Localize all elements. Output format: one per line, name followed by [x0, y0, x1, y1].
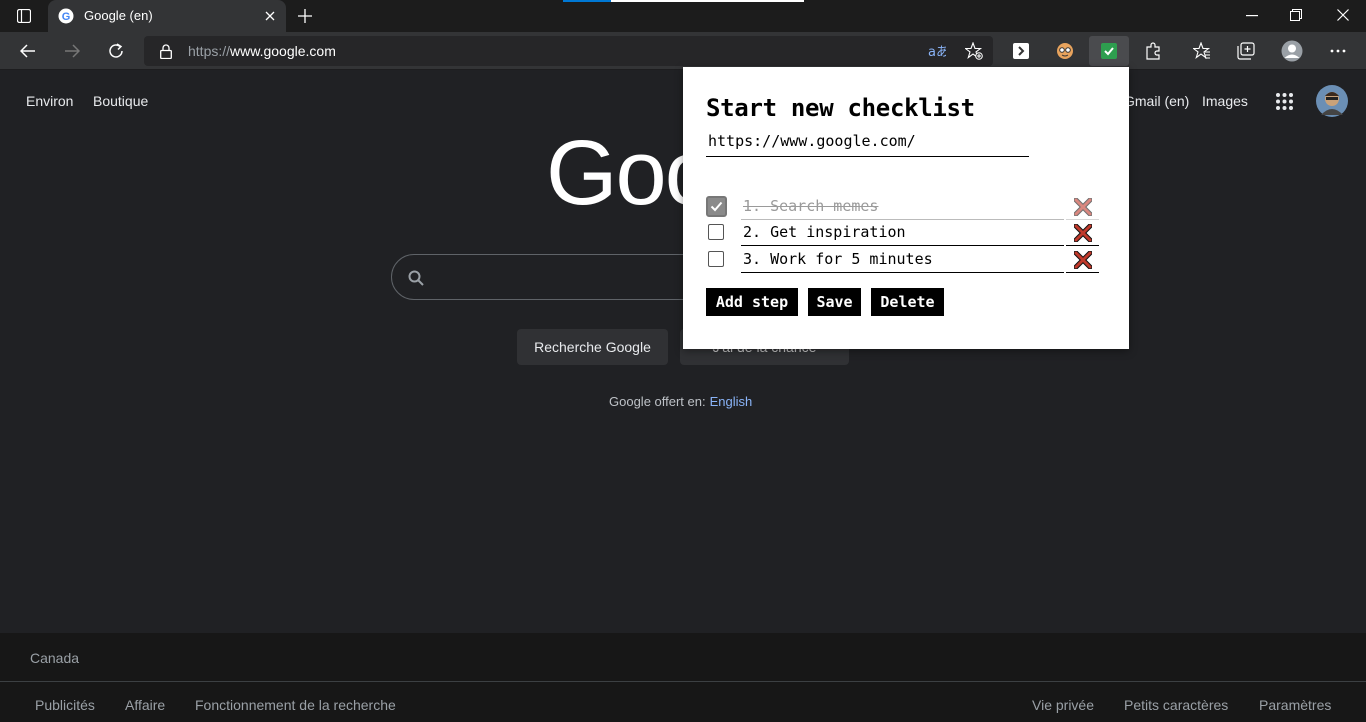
- step-checkbox[interactable]: [708, 251, 724, 267]
- step-checkbox[interactable]: [706, 196, 727, 217]
- add-step-button[interactable]: Add step: [706, 288, 798, 316]
- close-icon: [1073, 250, 1092, 269]
- step-text-input[interactable]: 2. Get inspiration: [741, 220, 1064, 246]
- window-close-icon[interactable]: [1333, 5, 1353, 25]
- forward-icon[interactable]: [61, 41, 83, 61]
- step-text-input[interactable]: 1. Search memes: [741, 194, 1064, 220]
- footer-country: Canada: [30, 650, 80, 666]
- favorites-icon[interactable]: [1191, 40, 1213, 62]
- step-checkbox[interactable]: [708, 224, 724, 240]
- collections-icon[interactable]: [1235, 40, 1257, 62]
- step-text-input[interactable]: 3. Work for 5 minutes: [741, 247, 1064, 273]
- svg-text:G: G: [62, 11, 71, 23]
- checklist-extension-icon[interactable]: [1089, 36, 1129, 66]
- account-avatar[interactable]: [1316, 85, 1348, 117]
- google-favicon-icon: G: [57, 7, 75, 25]
- back-icon[interactable]: [17, 41, 39, 61]
- checklist-step: 1. Search memes: [706, 194, 1099, 220]
- close-tab-icon[interactable]: [262, 8, 278, 24]
- new-tab-icon[interactable]: [295, 6, 315, 26]
- footer-privacy-link[interactable]: Vie privée: [1032, 697, 1094, 713]
- footer-business-link[interactable]: Affaire: [125, 697, 165, 713]
- refresh-icon[interactable]: [105, 40, 127, 62]
- profile-icon[interactable]: [1280, 39, 1304, 63]
- checklist-url-input[interactable]: https://www.google.com/: [706, 132, 1029, 157]
- gmail-link[interactable]: Gmail (en): [1124, 93, 1189, 109]
- apps-grid-icon[interactable]: [1273, 90, 1295, 112]
- extension-arrow-icon[interactable]: [1010, 40, 1032, 62]
- translate-icon[interactable]: aあ: [926, 41, 948, 61]
- checklist-popup: Start new checklist https://www.google.c…: [683, 67, 1129, 349]
- checklist-step: 2. Get inspiration: [706, 220, 1099, 246]
- more-options-icon[interactable]: [1327, 41, 1349, 61]
- url-text[interactable]: https://www.google.com: [188, 43, 336, 59]
- extension-face-icon[interactable]: [1054, 40, 1076, 62]
- footer-terms-link[interactable]: Petits caractères: [1124, 697, 1228, 713]
- footer-settings-link[interactable]: Paramètres: [1259, 697, 1331, 713]
- add-favorite-icon[interactable]: [963, 41, 985, 61]
- extensions-puzzle-icon[interactable]: [1142, 40, 1164, 62]
- footer-ads-link[interactable]: Publicités: [35, 697, 95, 713]
- url-host: www.google.com: [230, 43, 336, 59]
- svg-text:aあ: aあ: [928, 45, 946, 58]
- boutique-link[interactable]: Boutique: [93, 93, 148, 109]
- tab-actions-icon[interactable]: [14, 6, 34, 26]
- google-search-button[interactable]: Recherche Google: [517, 329, 668, 365]
- tab-strip: G Google (en): [0, 0, 1366, 32]
- minimize-icon[interactable]: [1242, 6, 1262, 26]
- delete-step-button[interactable]: [1066, 220, 1099, 246]
- environ-link[interactable]: Environ: [26, 93, 73, 109]
- footer-how-search-works-link[interactable]: Fonctionnement de la recherche: [195, 697, 396, 713]
- checklist-step: 3. Work for 5 minutes: [706, 247, 1099, 273]
- lock-icon[interactable]: [157, 42, 175, 60]
- popup-title: Start new checklist: [706, 94, 975, 122]
- loading-track: [611, 0, 804, 2]
- loading-indicator: [563, 0, 611, 2]
- offered-in: Google offert en: English: [609, 394, 752, 409]
- close-icon: [1073, 223, 1092, 242]
- delete-button[interactable]: Delete: [871, 288, 944, 316]
- english-link[interactable]: English: [710, 394, 753, 409]
- delete-step-button[interactable]: [1066, 194, 1099, 220]
- close-icon: [1073, 197, 1092, 216]
- search-icon: [406, 268, 426, 288]
- restore-icon[interactable]: [1286, 5, 1306, 25]
- images-link[interactable]: Images: [1202, 93, 1248, 109]
- delete-step-button[interactable]: [1066, 247, 1099, 273]
- url-scheme: https://: [188, 43, 231, 59]
- footer-divider: [0, 681, 1366, 682]
- save-button[interactable]: Save: [808, 288, 861, 316]
- tab-title: Google (en): [84, 8, 153, 23]
- offered-label: Google offert en:: [609, 394, 706, 409]
